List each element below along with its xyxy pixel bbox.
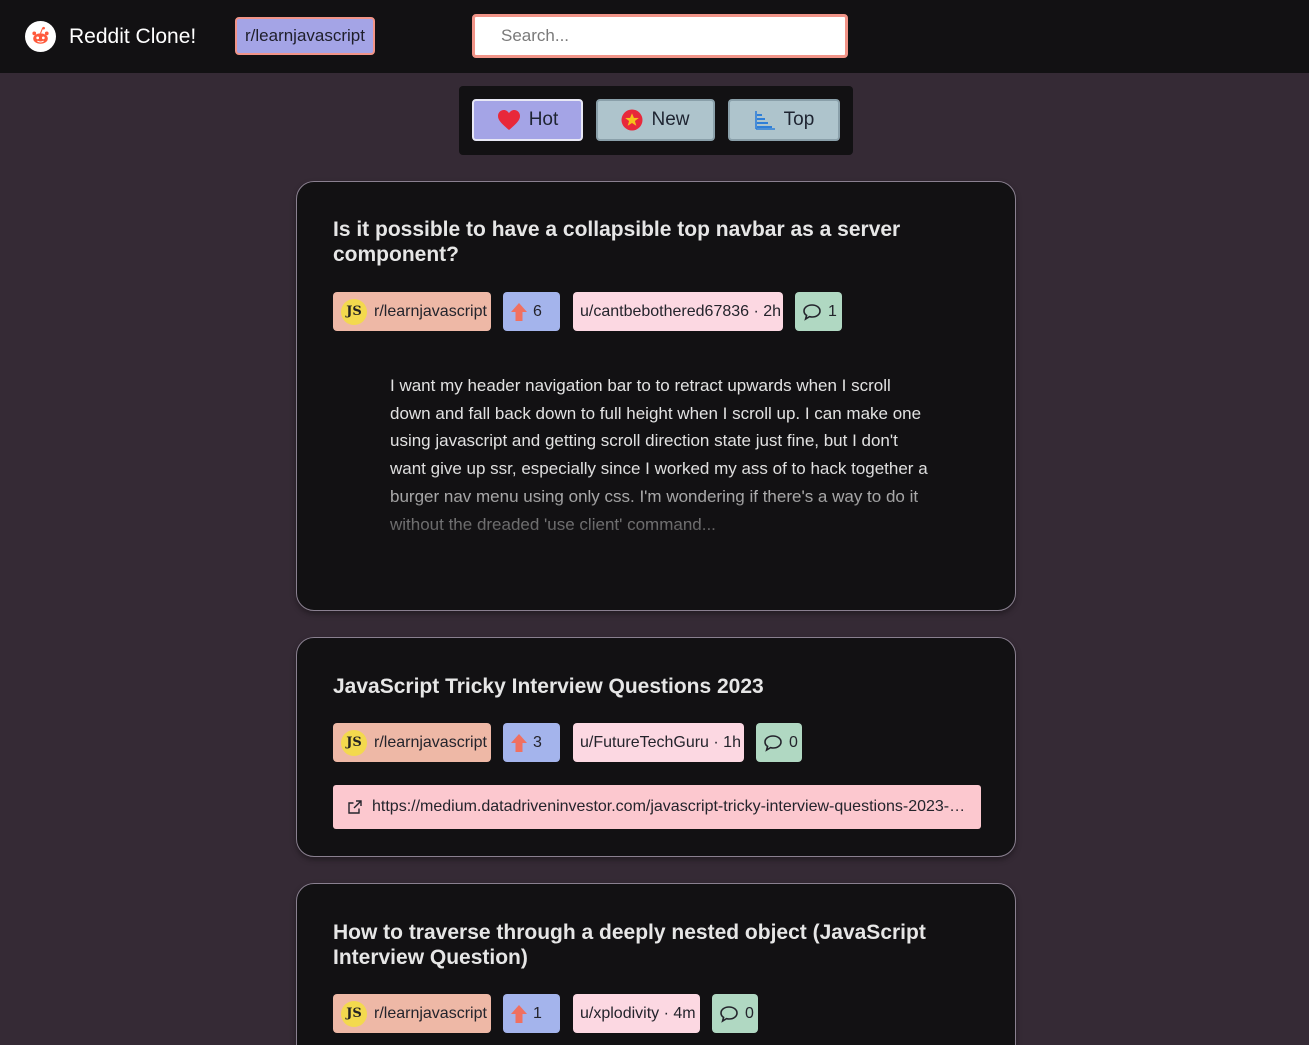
author-chip[interactable]: u/xplodivity · 4m <box>573 994 700 1033</box>
comments-count: 1 <box>828 302 837 320</box>
comments-chip[interactable]: 1 <box>795 292 842 331</box>
sort-top-label: Top <box>783 109 815 130</box>
sort-hot-label: Hot <box>528 109 559 130</box>
comments-count: 0 <box>789 733 798 751</box>
comments-chip[interactable]: 0 <box>712 994 758 1033</box>
speech-bubble-icon <box>764 734 782 752</box>
sort-hot-button[interactable]: Hot <box>472 99 583 141</box>
javascript-badge-icon: JS <box>341 298 367 325</box>
upvote-arrow-icon <box>511 302 527 321</box>
upvote-arrow-icon <box>511 1004 527 1023</box>
sort-bar: Hot New Top <box>459 86 853 155</box>
speech-bubble-icon <box>803 303 821 321</box>
post-link-url: https://medium.datadriveninvestor.com/ja… <box>372 798 968 815</box>
subreddit-label: r/learnjavascript <box>374 733 487 751</box>
sort-new-label: New <box>651 109 690 130</box>
post-title[interactable]: Is it possible to have a collapsible top… <box>333 217 953 267</box>
votes-count: 3 <box>533 733 542 751</box>
brand-title: Reddit Clone! <box>69 24 197 48</box>
star-badge-icon <box>621 109 643 131</box>
post-card[interactable]: JavaScript Tricky Interview Questions 20… <box>296 637 1016 857</box>
votes-chip[interactable]: 1 <box>503 994 560 1033</box>
brand-link[interactable]: Reddit Clone! <box>25 21 196 52</box>
upvote-arrow-icon <box>511 733 527 752</box>
search-box[interactable] <box>472 14 848 58</box>
author-time: u/xplodivity · 4m <box>580 1004 696 1022</box>
subreddit-chip[interactable]: JS r/learnjavascript <box>333 723 491 762</box>
external-link-icon <box>348 800 362 814</box>
post-title[interactable]: How to traverse through a deeply nested … <box>333 920 953 970</box>
heart-icon <box>497 110 520 130</box>
post-link[interactable]: https://medium.datadriveninvestor.com/ja… <box>333 785 981 829</box>
search-input[interactable] <box>475 17 845 55</box>
post-title[interactable]: JavaScript Tricky Interview Questions 20… <box>333 674 953 699</box>
top-navbar: Reddit Clone! r/learnjavascript <box>0 0 1309 73</box>
sort-top-button[interactable]: Top <box>728 99 840 141</box>
post-card[interactable]: How to traverse through a deeply nested … <box>296 883 1016 1045</box>
javascript-badge-icon: JS <box>341 729 367 756</box>
speech-bubble-icon <box>720 1005 738 1023</box>
reddit-logo-icon <box>25 21 56 52</box>
subreddit-chip[interactable]: JS r/learnjavascript <box>333 292 491 331</box>
subreddit-label: r/learnjavascript <box>374 1004 487 1022</box>
votes-chip[interactable]: 6 <box>503 292 560 331</box>
author-time: u/FutureTechGuru · 1h <box>580 733 741 751</box>
votes-count: 6 <box>533 302 542 320</box>
votes-chip[interactable]: 3 <box>503 723 560 762</box>
post-card[interactable]: Is it possible to have a collapsible top… <box>296 181 1016 611</box>
votes-count: 1 <box>533 1004 542 1022</box>
current-subreddit-button[interactable]: r/learnjavascript <box>235 17 375 55</box>
subreddit-chip[interactable]: JS r/learnjavascript <box>333 994 491 1033</box>
bar-chart-icon <box>754 111 775 130</box>
comments-count: 0 <box>745 1004 754 1022</box>
comments-chip[interactable]: 0 <box>756 723 802 762</box>
javascript-badge-icon: JS <box>341 1000 367 1027</box>
subreddit-label: r/learnjavascript <box>374 302 487 320</box>
author-time: u/cantbebothered67836 · 2h <box>580 302 782 320</box>
sort-new-button[interactable]: New <box>596 99 715 141</box>
author-chip[interactable]: u/FutureTechGuru · 1h <box>573 723 744 762</box>
post-body-preview: I want my header navigation bar to to re… <box>390 376 928 534</box>
author-chip[interactable]: u/cantbebothered67836 · 2h <box>573 292 783 331</box>
